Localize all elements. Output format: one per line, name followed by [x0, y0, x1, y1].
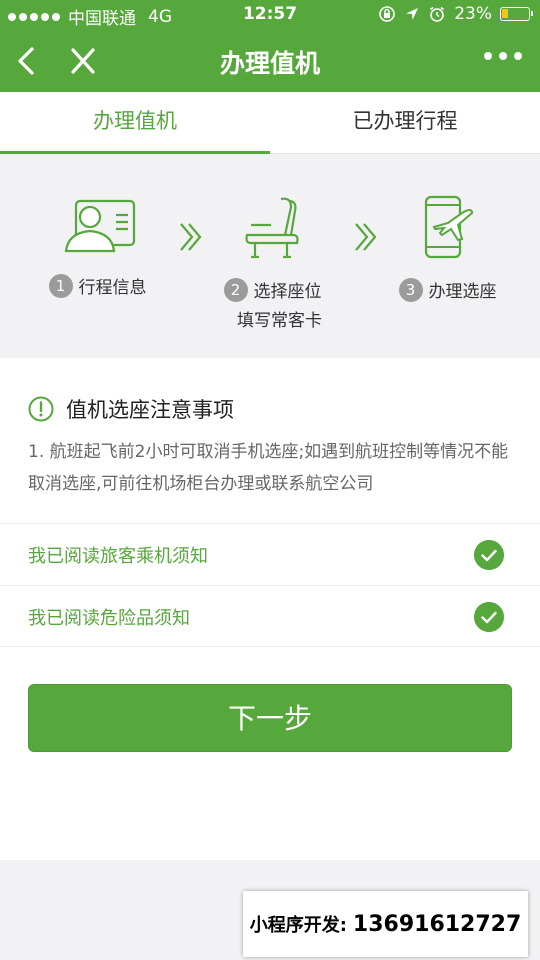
- agreement-row-passenger[interactable]: 我已阅读旅客乘机须知: [0, 523, 540, 585]
- agreement-passenger-label: 我已阅读旅客乘机须知: [28, 546, 208, 567]
- step-1-label: 1 行程信息: [30, 273, 165, 298]
- double-chevron-right-icon: [355, 223, 377, 251]
- page-title: 办理值机: [219, 49, 320, 78]
- check-circle-icon[interactable]: [474, 540, 504, 570]
- nav-bar: 办理值机: [0, 30, 540, 92]
- step-trip-info: 1 行程信息: [30, 195, 165, 298]
- step-2-number: 2: [223, 277, 248, 302]
- next-step-button[interactable]: 下一步: [28, 684, 512, 752]
- battery-percent: 23%: [454, 4, 492, 24]
- agreement-row-dangerous-goods[interactable]: 我已阅读危险品须知: [0, 585, 540, 647]
- step-3-label: 3 办理选座: [380, 277, 515, 302]
- battery-icon: [500, 7, 533, 21]
- step-3-number: 3: [398, 277, 423, 302]
- notice-panel: 值机选座注意事项 1. 航班起飞前2小时可取消手机选座;如遇到航班控制等情况不能…: [0, 358, 540, 860]
- promo-banner: 小程序开发: 13691612727: [243, 891, 528, 957]
- notice-header: 值机选座注意事项: [28, 394, 234, 424]
- more-menu-icon[interactable]: [484, 52, 522, 60]
- step-3-text: 办理选座: [428, 282, 497, 302]
- seat-icon: [244, 197, 299, 259]
- notice-title: 值机选座注意事项: [66, 398, 234, 422]
- rotation-lock-icon: [379, 6, 396, 22]
- step-choose-seat: 2 选择座位 填写常客卡: [205, 195, 340, 331]
- tab-check-in[interactable]: 办理值机: [0, 92, 270, 154]
- steps-panel: 1 行程信息 2 选择座位 填写常客卡 3 办理选座: [0, 155, 540, 358]
- exclamation-circle-icon: [28, 396, 54, 422]
- status-right: 23%: [378, 4, 533, 24]
- step-2-label: 2 选择座位: [205, 277, 340, 302]
- step-1-number: 1: [48, 273, 73, 298]
- check-circle-icon[interactable]: [474, 602, 504, 632]
- step-1-text: 行程信息: [78, 278, 147, 298]
- agreement-dangerous-goods-label: 我已阅读危险品须知: [28, 608, 190, 629]
- tab-bar: 办理值机 已办理行程: [0, 92, 540, 154]
- battery-fill: [502, 9, 508, 18]
- user-card-icon: [64, 199, 135, 253]
- alarm-icon: [430, 6, 445, 22]
- double-chevron-right-icon: [180, 223, 202, 251]
- notice-text: 1. 航班起飞前2小时可取消手机选座;如遇到航班控制等情况不能取消选座,可前往机…: [28, 442, 509, 494]
- location-arrow-icon: [406, 8, 419, 20]
- tab-completed-trips[interactable]: 已办理行程: [270, 92, 540, 153]
- phone-airplane-icon: [424, 195, 473, 259]
- step-2-subtext: 填写常客卡: [237, 311, 322, 331]
- status-bar: 中国联通 4G 12:57 23%: [0, 0, 540, 30]
- step-2-text: 选择座位: [253, 282, 322, 302]
- step-select-seat: 3 办理选座: [380, 195, 515, 302]
- promo-label: 小程序开发:: [249, 915, 347, 936]
- promo-phone: 13691612727: [352, 911, 522, 937]
